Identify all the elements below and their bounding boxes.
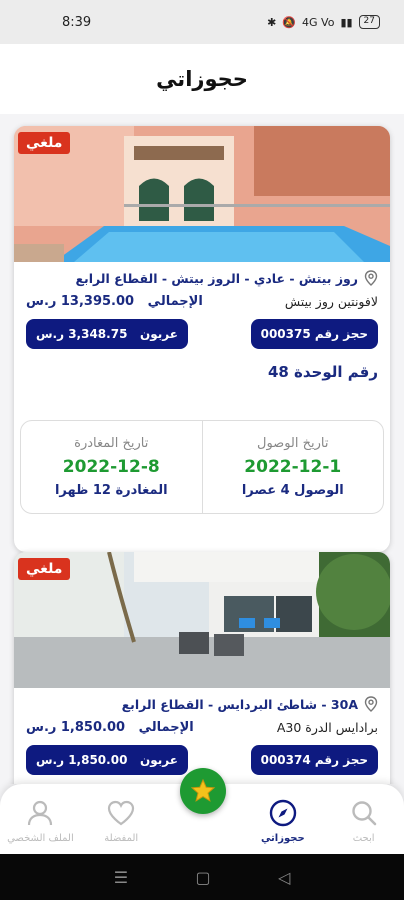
app-header: حجوزاتي (0, 44, 404, 114)
departure-label: تاريخ المغادرة (74, 436, 149, 451)
menu-icon[interactable]: ☰ (114, 868, 128, 887)
departure-time: المغادرة 12 ظهرا (54, 483, 168, 498)
booking-card[interactable]: ملغي 30A - شاطئ البردايس - القطاع الرابع… (14, 552, 390, 784)
property-name: برادايس الدرة A30 (276, 720, 378, 735)
arrival-date: 2022-12-1 (244, 457, 342, 477)
total-value: 13,395.00 ر.س (26, 294, 135, 309)
bluetooth-icon: ✱ (267, 15, 277, 29)
total-price: الإجمالي 13,395.00 ر.س (26, 294, 203, 309)
unit-number: رقم الوحدة 48 (267, 363, 378, 381)
total-label: الإجمالي (147, 294, 203, 309)
nav-favorites[interactable]: المفضلة (81, 798, 162, 844)
departure-date: 2022-12-8 (62, 457, 160, 477)
deposit-label: عربون (139, 327, 178, 341)
total-price: الإجمالي 1,850.00 ر.س (26, 720, 194, 735)
network-label: 4G Vo (302, 15, 335, 29)
total-value: 1,850.00 ر.س (26, 720, 126, 735)
system-nav-bar: ☰ ▢ ◁ (0, 854, 404, 900)
total-label: الإجمالي (138, 720, 194, 735)
departure-column: تاريخ المغادرة 2022-12-8 المغادرة 12 ظهر… (21, 421, 203, 513)
nav-favorites-label: المفضلة (104, 833, 139, 844)
location-row: 30A - شاطئ البردايس - القطاع الرابع (14, 688, 390, 712)
heart-icon (108, 800, 135, 826)
home-icon[interactable]: ▢ (195, 868, 210, 887)
property-photo: ملغي (14, 126, 390, 262)
location-pin-icon (364, 696, 378, 712)
chips-row: حجز رقم 000375 عربون 3,348.75 ر.س (14, 309, 390, 349)
arrival-column: تاريخ الوصول 2022-12-1 الوصول 4 عصرا (203, 421, 384, 513)
bookings-list[interactable]: ملغي روز بيتش - عادي - الروز بيتش - القط… (0, 114, 404, 784)
booking-number-chip: حجز رقم 000375 (250, 319, 378, 349)
status-icons: ✱ 🔕 4G Vo ▮▮ 27 (267, 15, 380, 29)
deposit-value: 1,850.00 ر.س (36, 753, 128, 767)
arrival-label: تاريخ الوصول (257, 436, 329, 451)
status-bar: 8:39 ✱ 🔕 4G Vo ▮▮ 27 (0, 0, 404, 44)
booking-number-chip: حجز رقم 000374 (250, 745, 378, 775)
battery-icon: 27 (358, 15, 380, 29)
deposit-chip: عربون 3,348.75 ر.س (26, 319, 188, 349)
signal-icon: ▮▮ (340, 15, 353, 29)
booking-card[interactable]: ملغي روز بيتش - عادي - الروز بيتش - القط… (14, 126, 390, 552)
nav-search-label: ابحث (352, 833, 375, 844)
price-row: برادايس الدرة A30 الإجمالي 1,850.00 ر.س (14, 712, 390, 735)
status-badge: ملغي (18, 558, 71, 580)
deposit-label: عربون (139, 753, 178, 767)
nav-profile-label: الملف الشخصي (7, 833, 74, 844)
nav-search[interactable]: ابحث (323, 798, 404, 844)
nav-bookings-label: حجوزاتي (260, 833, 305, 844)
compass-icon (269, 799, 297, 827)
page-title: حجوزاتي (156, 67, 248, 91)
user-icon (28, 800, 53, 826)
nav-bookings[interactable]: حجوزاتي (242, 798, 323, 844)
deposit-chip: عربون 1,850.00 ر.س (26, 745, 188, 775)
location-text: روز بيتش - عادي - الروز بيتش - القطاع ال… (75, 270, 358, 286)
property-name: لافونتين روز بيتش (284, 294, 378, 309)
arrival-time: الوصول 4 عصرا (241, 483, 344, 498)
status-badge: ملغي (18, 132, 71, 154)
property-photo: ملغي (14, 552, 390, 688)
favorite-fab-button[interactable] (180, 768, 226, 814)
location-pin-icon (364, 270, 378, 286)
search-icon (351, 801, 376, 826)
mute-icon: 🔕 (282, 15, 297, 29)
deposit-value: 3,348.75 ر.س (36, 327, 128, 341)
dates-box: تاريخ الوصول 2022-12-1 الوصول 4 عصرا تار… (20, 420, 384, 514)
location-row: روز بيتش - عادي - الروز بيتش - القطاع ال… (14, 262, 390, 286)
status-time: 8:39 (62, 14, 92, 30)
star-icon (190, 778, 216, 802)
price-row: لافونتين روز بيتش الإجمالي 13,395.00 ر.س (14, 286, 390, 309)
location-text: 30A - شاطئ البردايس - القطاع الرابع (121, 696, 358, 712)
back-icon[interactable]: ◁ (278, 868, 290, 887)
nav-profile[interactable]: الملف الشخصي (0, 798, 81, 844)
